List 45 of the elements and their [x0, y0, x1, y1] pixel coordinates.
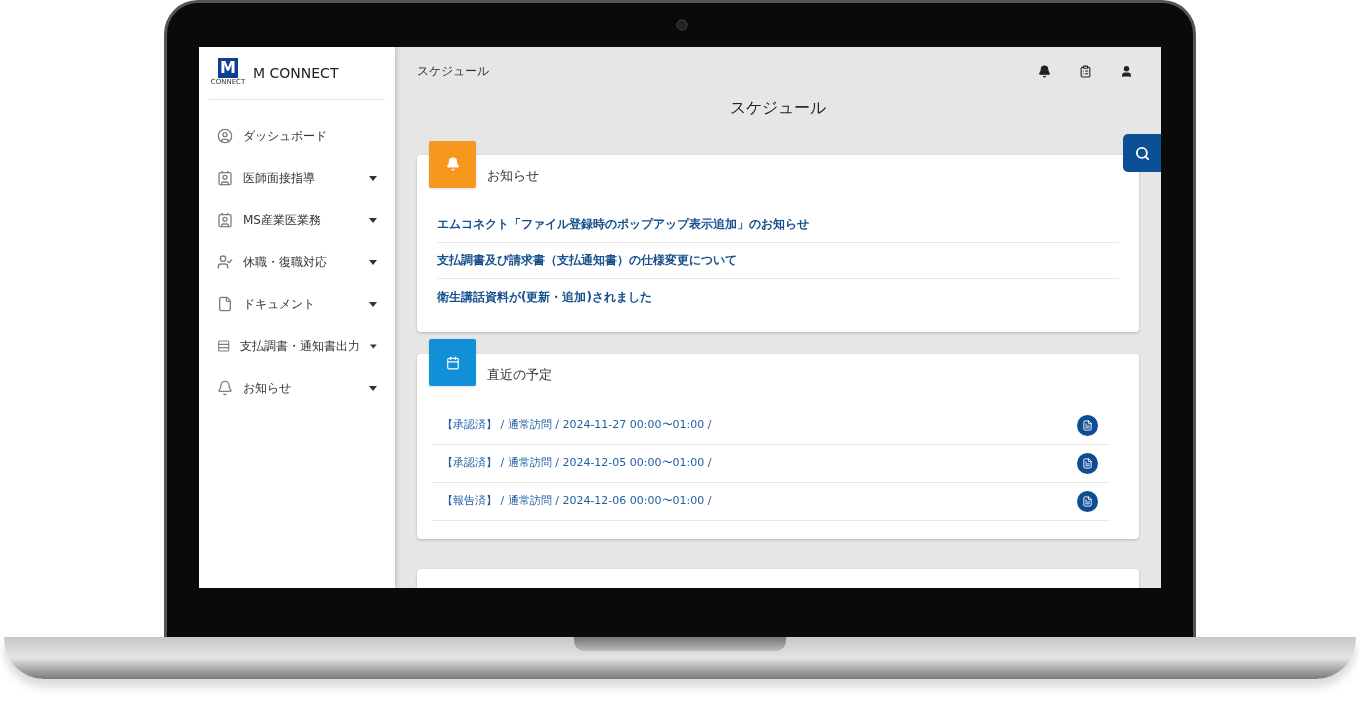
- caret-icon: [369, 259, 377, 265]
- schedule-link[interactable]: 【報告済】 / 通常訪問 / 2024-12-06 00:00〜01:00 /: [442, 493, 712, 510]
- sidebar-item[interactable]: ドキュメント: [199, 283, 395, 325]
- report-button[interactable]: [1077, 415, 1098, 437]
- clipboard-icon[interactable]: [1079, 64, 1092, 78]
- search-icon: [1134, 145, 1150, 161]
- user-check-icon: [217, 254, 233, 270]
- caret-icon: [369, 217, 377, 223]
- search-button[interactable]: [1123, 134, 1161, 172]
- sidebar-item[interactable]: お知らせ: [199, 367, 395, 409]
- list-icon: [217, 338, 231, 354]
- caret-icon: [369, 385, 377, 391]
- card-title: 直近の予定: [487, 366, 552, 385]
- caret-icon: [370, 343, 377, 349]
- sidebar-item[interactable]: ダッシュボード: [199, 115, 395, 157]
- document-icon: [1082, 496, 1093, 508]
- card-title: お知らせ: [487, 166, 539, 185]
- user-icon[interactable]: [1120, 64, 1133, 78]
- report-button[interactable]: [1077, 491, 1098, 513]
- camera-icon: [676, 19, 688, 31]
- id-card-icon: [217, 170, 233, 186]
- report-button[interactable]: [1077, 453, 1098, 475]
- document-icon: [1082, 458, 1093, 470]
- caret-icon: [369, 175, 377, 181]
- bell-icon[interactable]: [1038, 64, 1051, 78]
- notice-link[interactable]: 衛生講話資料が(更新・追加)されました: [437, 287, 652, 306]
- sidebar-item[interactable]: 支払調書・通知書出力: [199, 325, 395, 367]
- sidebar-item[interactable]: 医師面接指導: [199, 157, 395, 199]
- id-card-icon: [217, 212, 233, 228]
- bell-icon: [217, 380, 233, 396]
- document-icon: [217, 296, 233, 312]
- notice-link[interactable]: 支払調書及び請求書（支払通知書）の仕様変更について: [437, 251, 737, 270]
- app-name: M CONNECT: [253, 63, 339, 83]
- user-circle-icon: [217, 128, 233, 144]
- calendar-icon: [445, 355, 460, 370]
- page-title: スケジュール: [730, 96, 826, 119]
- schedule-link[interactable]: 【承認済】 / 通常訪問 / 2024-11-27 00:00〜01:00 /: [442, 417, 712, 434]
- sidebar-item[interactable]: MS産業医業務: [199, 199, 395, 241]
- breadcrumb: スケジュール: [417, 63, 489, 81]
- notice-link[interactable]: エムコネクト「ファイル登録時のポップアップ表示追加」のお知らせ: [437, 215, 809, 234]
- schedule-link[interactable]: 【承認済】 / 通常訪問 / 2024-12-05 00:00〜01:00 /: [442, 455, 712, 472]
- caret-icon: [369, 301, 377, 307]
- sidebar-item[interactable]: 休職・復職対応: [199, 241, 395, 283]
- bell-icon: [445, 157, 460, 172]
- document-icon: [1082, 420, 1093, 432]
